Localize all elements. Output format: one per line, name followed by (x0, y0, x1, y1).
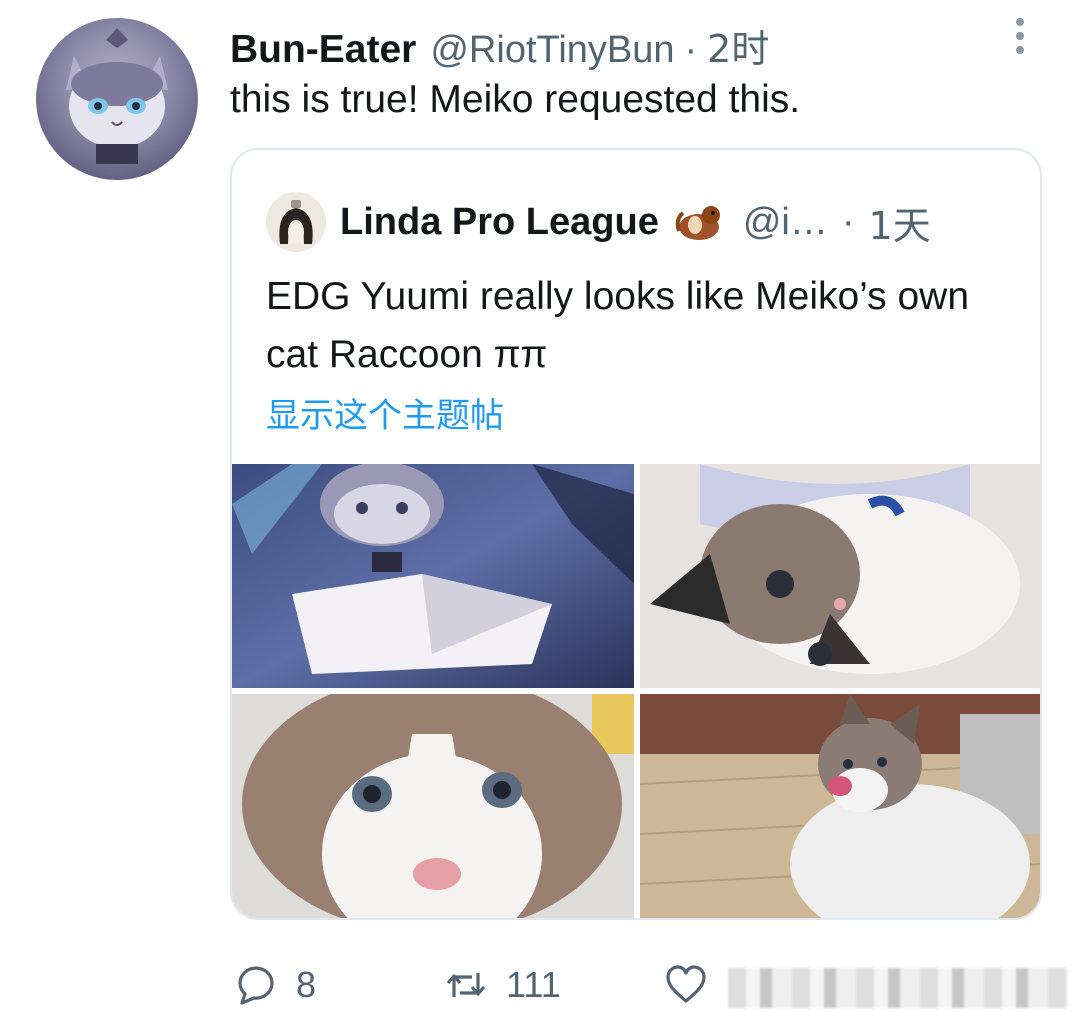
avatar[interactable] (36, 18, 198, 180)
reply-icon (238, 966, 274, 1005)
quoted-tweet-time[interactable]: 1天 (869, 195, 931, 250)
heart-icon (666, 965, 706, 1003)
tweet-time[interactable]: 2时 (707, 18, 769, 73)
quoted-tweet[interactable]: Linda Pro League @i… · 1天 EDG Yuumi real… (230, 148, 1042, 920)
retweet-count: 111 (506, 964, 561, 1005)
reply-count: 8 (296, 964, 317, 1005)
quoted-display-name[interactable]: Linda Pro League (340, 201, 659, 244)
otter-emoji-icon (675, 206, 720, 240)
yuumi-cat-avatar-icon (66, 28, 168, 164)
quoted-tweet-text: EDG Yuumi really looks like Meiko’s own … (266, 275, 970, 376)
display-name[interactable]: Bun-Eater (230, 28, 416, 72)
quoted-tweet-header: Linda Pro League @i… · 1天 (266, 192, 931, 252)
quoted-user-handle[interactable]: @i… (743, 201, 828, 244)
tweet-actions: 8 111 (234, 960, 744, 1010)
quoted-avatar[interactable] (266, 192, 326, 252)
tweet-text: this is true! Meiko requested this. (230, 78, 801, 121)
show-thread-link[interactable]: 显示这个主题帖 (266, 388, 504, 437)
retweet-icon (446, 973, 486, 997)
user-handle[interactable]: @RiotTinyBun (430, 29, 674, 72)
yuumi-reading-book-image[interactable] (232, 464, 634, 688)
separator-dot: · (684, 29, 698, 71)
ragdoll-cat-lying-image[interactable] (640, 464, 1040, 688)
reply-button[interactable]: 8 (234, 963, 444, 1007)
media-grid (232, 464, 1040, 918)
tweet-header: Bun-Eater @RiotTinyBun · 2时 (230, 18, 769, 71)
ragdoll-cat-licking-image[interactable] (640, 694, 1040, 918)
quoted-avatar-icon (266, 192, 326, 252)
more-vertical-icon[interactable] (1008, 18, 1032, 58)
ragdoll-cat-closeup-image[interactable] (232, 694, 634, 918)
retweet-button[interactable]: 111 (444, 963, 664, 1007)
blurred-watermark (728, 968, 1068, 1008)
separator-dot: · (841, 200, 855, 243)
